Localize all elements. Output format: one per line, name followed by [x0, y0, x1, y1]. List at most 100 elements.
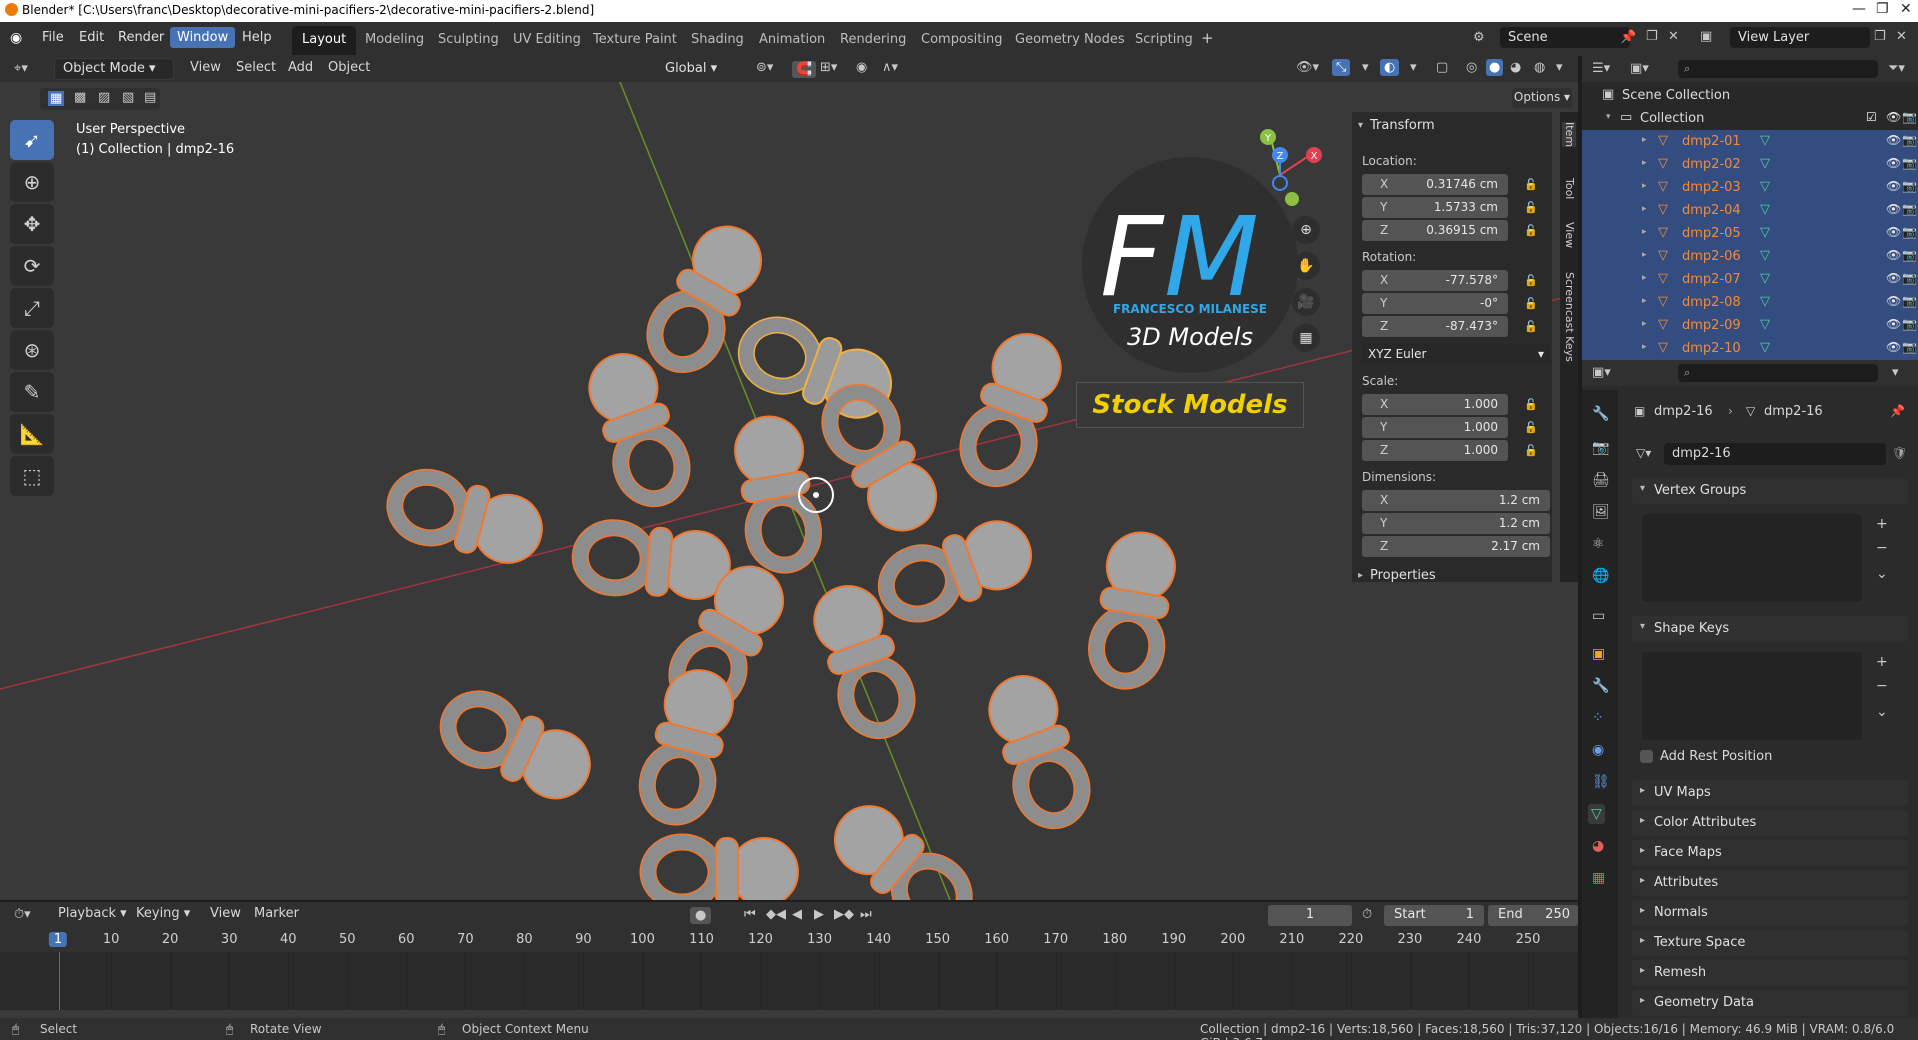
delete-scene-icon[interactable]: ✕	[1668, 30, 1679, 43]
filter-icon[interactable]: ⏷▾	[1888, 62, 1905, 75]
visibility-eye-icon[interactable]: 👁	[1886, 317, 1901, 331]
vertex-group-remove-icon[interactable]: −	[1876, 540, 1888, 556]
jump-end-icon[interactable]: ⏭	[860, 908, 872, 921]
workspace-tab-sculpting[interactable]: Sculpting	[438, 32, 499, 47]
frame-tick-label[interactable]: 90	[575, 932, 592, 947]
render-camera-icon[interactable]: 📷	[1902, 317, 1917, 331]
menu-render[interactable]: Render	[118, 30, 164, 45]
expand-icon[interactable]: ▸	[1642, 227, 1647, 237]
vertex-group-menu-icon[interactable]: ⌄	[1876, 566, 1888, 582]
frame-tick-label[interactable]: 10	[103, 932, 120, 947]
add-workspace-icon[interactable]: +	[1201, 31, 1214, 46]
section-uv-maps[interactable]: ▸ UV Maps	[1632, 780, 1908, 806]
play-reverse-icon[interactable]: ◀	[792, 908, 802, 921]
jump-prev-keyframe-icon[interactable]: ◆◀	[766, 908, 786, 921]
preview-range-icon[interactable]: ⏱	[1362, 908, 1372, 921]
render-camera-icon[interactable]: 📷	[1902, 248, 1917, 262]
frame-tick-label[interactable]: 250	[1516, 932, 1541, 947]
fake-user-icon[interactable]: 🛡	[1892, 446, 1907, 460]
dimensions-y-field[interactable]: Y 1.2 cm	[1362, 513, 1550, 534]
frame-tick-label[interactable]: 40	[280, 932, 297, 947]
properties-header[interactable]: Properties	[1370, 568, 1436, 583]
modifier-properties-icon[interactable]: 🔧	[1592, 678, 1609, 694]
object-name[interactable]: dmp2-08	[1682, 295, 1741, 310]
frame-tick-label[interactable]: 1	[48, 932, 68, 947]
frame-tick-label[interactable]: 160	[984, 932, 1009, 947]
object-name[interactable]: dmp2-03	[1682, 180, 1741, 195]
object-name[interactable]: dmp2-06	[1682, 249, 1741, 264]
workspace-tab-texture-paint[interactable]: Texture Paint	[593, 32, 677, 47]
rotate-tool-icon[interactable]: ⟳	[10, 246, 54, 286]
editor-type-icon[interactable]: ⌖▾	[14, 62, 28, 75]
outliner-object-row[interactable]: ▸ ▽ dmp2-03 ▽ 👁 📷	[1582, 176, 1918, 199]
tab-view[interactable]: View	[1562, 222, 1576, 248]
display-mode-icon[interactable]: ▣▾	[1630, 62, 1649, 75]
outliner-object-row[interactable]: ▸ ▽ dmp2-02 ▽ 👁 📷	[1582, 153, 1918, 176]
expand-icon[interactable]: ▸	[1642, 342, 1647, 352]
material-properties-icon[interactable]: ◕	[1592, 838, 1604, 854]
texture-properties-icon[interactable]: ▦	[1592, 870, 1605, 886]
visibility-eye-icon[interactable]: 👁	[1886, 133, 1901, 147]
scene-field[interactable]: Scene	[1500, 27, 1630, 48]
snap-icon[interactable]: 🧲	[792, 61, 817, 78]
section-texture-space[interactable]: ▸ Texture Space	[1632, 930, 1908, 956]
breadcrumb-pin-icon[interactable]: 📌	[1890, 404, 1905, 418]
transform-tool-icon[interactable]: ⊛	[10, 330, 54, 370]
physics-properties-icon[interactable]: ◉	[1592, 742, 1604, 758]
expand-icon[interactable]: ▸	[1642, 158, 1647, 168]
gizmo-dropdown-icon[interactable]: ▾	[1362, 61, 1369, 74]
expand-icon[interactable]: ▸	[1642, 296, 1647, 306]
section-attributes[interactable]: ▸ Attributes	[1632, 870, 1908, 896]
lock-scale-z-icon[interactable]: 🔓	[1524, 444, 1538, 457]
timeline-menu-view[interactable]: View	[210, 906, 241, 921]
delete-view-layer-icon[interactable]: ✕	[1896, 30, 1907, 43]
dimensions-x-field[interactable]: X 1.2 cm	[1362, 490, 1550, 511]
shading-dropdown-icon[interactable]: ▾	[1556, 61, 1563, 74]
dimensions-z-field[interactable]: Z 2.17 cm	[1362, 536, 1550, 557]
timeline-editor-type-icon[interactable]: ⏱▾	[14, 908, 31, 921]
annotate-tool-icon[interactable]: ✎	[10, 372, 54, 412]
frame-tick-label[interactable]: 150	[925, 932, 950, 947]
workspace-tab-layout[interactable]: Layout	[292, 26, 357, 55]
rotation-x-field[interactable]: X -77.578°	[1362, 270, 1508, 291]
expand-icon[interactable]: ▸	[1642, 273, 1647, 283]
menu-edit[interactable]: Edit	[79, 30, 104, 45]
measure-tool-icon[interactable]: 📐	[10, 414, 54, 454]
add-rest-position-checkbox[interactable]	[1640, 750, 1653, 763]
visibility-eye-icon[interactable]: 👁	[1886, 271, 1901, 285]
mesh-data-icon[interactable]: ▽	[1760, 340, 1770, 355]
collection-checkbox-icon[interactable]: ☑	[1866, 110, 1877, 124]
shape-key-add-icon[interactable]: +	[1876, 654, 1888, 670]
frame-tick-label[interactable]: 70	[457, 932, 474, 947]
lock-location-z-icon[interactable]: 🔓	[1524, 224, 1538, 237]
timeline-menu-marker[interactable]: Marker	[254, 906, 299, 921]
render-camera-icon[interactable]: 📷	[1902, 225, 1917, 239]
orientation-dropdown[interactable]: Global ▾	[656, 58, 744, 80]
particle-properties-icon[interactable]: ⁘	[1592, 710, 1604, 726]
render-camera-icon[interactable]: 📷	[1902, 294, 1917, 308]
outliner-object-row[interactable]: ▸ ▽ dmp2-07 ▽ 👁 📷	[1582, 268, 1918, 291]
outliner-object-row[interactable]: ▸ ▽ dmp2-01 ▽ 👁 📷	[1582, 130, 1918, 153]
tool-properties-icon[interactable]: 🔧	[1592, 406, 1609, 422]
expand-icon[interactable]: ▸	[1642, 250, 1647, 260]
transform-chevron-icon[interactable]: ▾	[1358, 120, 1363, 131]
outliner-object-row[interactable]: ▸ ▽ dmp2-08 ▽ 👁 📷	[1582, 291, 1918, 314]
object-name[interactable]: dmp2-04	[1682, 203, 1741, 218]
location-y-field[interactable]: Y 1.5733 cm	[1362, 197, 1508, 218]
frame-tick-label[interactable]: 120	[748, 932, 773, 947]
render-camera-icon[interactable]: 📷	[1902, 179, 1917, 193]
play-icon[interactable]: ▶	[814, 908, 824, 921]
visibility-eye-icon[interactable]: 👁	[1886, 340, 1901, 354]
render-properties-icon[interactable]: 📷	[1592, 440, 1609, 456]
lock-location-y-icon[interactable]: 🔓	[1524, 201, 1538, 214]
object-name[interactable]: dmp2-05	[1682, 226, 1741, 241]
shape-keys-list[interactable]	[1642, 652, 1862, 740]
outliner-object-row[interactable]: ▸ ▽ dmp2-06 ▽ 👁 📷	[1582, 245, 1918, 268]
view-layer-properties-icon[interactable]: 🖼	[1592, 504, 1610, 520]
jump-start-icon[interactable]: ⏮	[744, 908, 756, 921]
blender-menu-icon[interactable]: ◉	[10, 31, 22, 45]
frame-tick-label[interactable]: 50	[339, 932, 356, 947]
mesh-data-icon[interactable]: ▽	[1760, 294, 1770, 309]
scale-x-field[interactable]: X 1.000	[1362, 394, 1508, 415]
start-frame-field[interactable]: Start 1	[1384, 905, 1484, 926]
